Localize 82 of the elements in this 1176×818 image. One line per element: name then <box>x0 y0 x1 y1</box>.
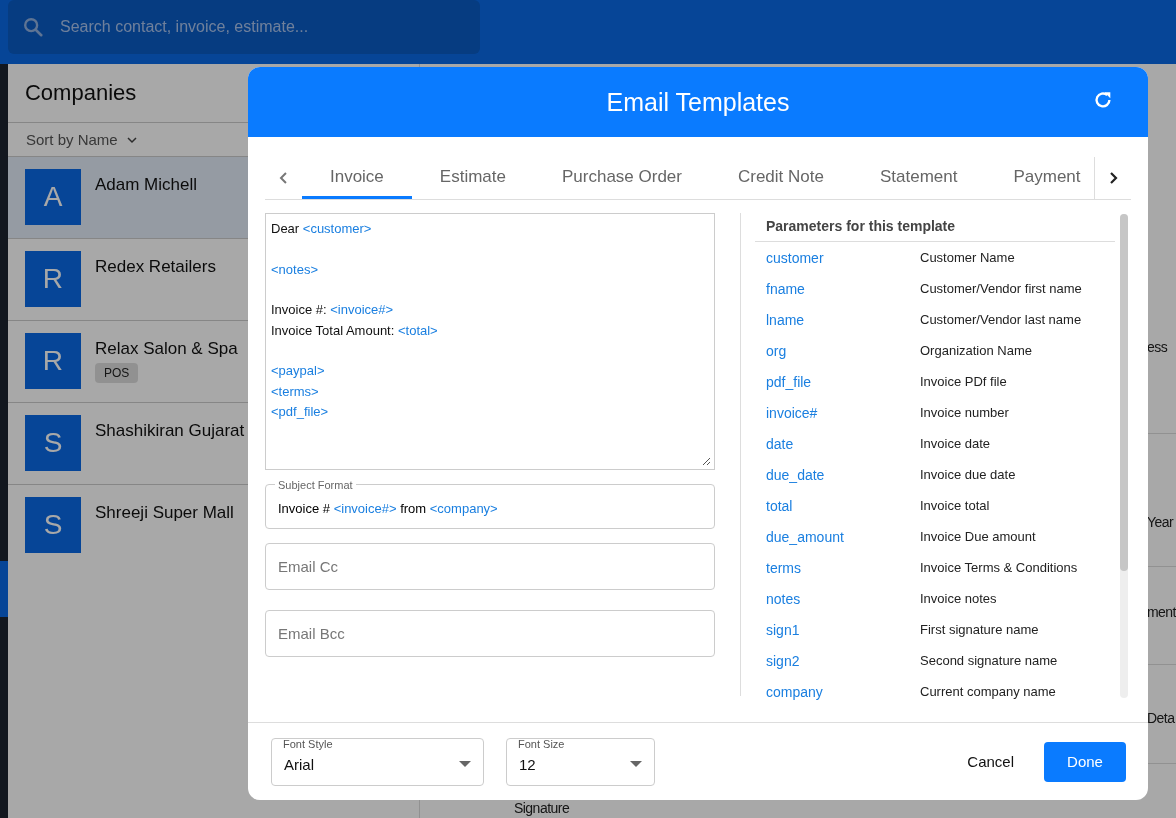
parameter-name[interactable]: sign1 <box>755 621 920 638</box>
parameter-description: Second signature name <box>920 653 1058 668</box>
parameter-description: Invoice total <box>920 498 990 513</box>
company-name: Adam Michell <box>95 175 198 195</box>
parameter-name[interactable]: terms <box>755 559 920 576</box>
parameter-description: Invoice number <box>920 405 1009 420</box>
cancel-button[interactable]: Cancel <box>963 743 1018 780</box>
company-name: Relax Salon & Spa <box>95 339 238 359</box>
search-field[interactable]: Search contact, invoice, estimate... <box>58 17 462 37</box>
chevron-right-icon[interactable] <box>1107 171 1120 185</box>
email-bcc-field[interactable]: Email Bcc <box>265 610 715 657</box>
parameter-name[interactable]: company <box>755 683 920 700</box>
parameter-description: Customer/Vendor first name <box>920 281 1082 296</box>
parameter-description: Invoice Terms & Conditions <box>920 560 1078 575</box>
avatar-initial: R <box>25 251 81 307</box>
avatar-initial: S <box>25 415 81 471</box>
background-text: Deta <box>1146 709 1175 727</box>
parameter-description: Invoice date <box>920 436 991 451</box>
parameter-name[interactable]: sign2 <box>755 652 920 669</box>
font-style-select[interactable]: Font Style Arial <box>271 737 484 786</box>
template-line: <notes> <box>271 260 319 279</box>
parameter-name[interactable]: lname <box>755 311 920 328</box>
parameter-name[interactable]: invoice# <box>755 404 920 421</box>
nav-indicator <box>0 561 8 617</box>
search-icon <box>22 16 44 38</box>
avatar-initial: R <box>25 333 81 389</box>
avatar-initial: S <box>25 497 81 553</box>
parameters-heading: Parameters for this template <box>755 213 1115 242</box>
parameter-description: Invoice PDf file <box>920 374 1007 389</box>
select-value: Arial <box>284 755 315 773</box>
template-line: Invoice #: <invoice#> <box>271 301 395 319</box>
company-name: Shreeji Super Mall <box>95 503 234 523</box>
parameter-description: Invoice due date <box>920 467 1016 482</box>
tab[interactable]: Invoice <box>301 157 412 199</box>
tab[interactable]: Statement <box>851 157 986 199</box>
tab[interactable]: Credit Note <box>709 157 852 199</box>
email-cc-field[interactable]: Email Cc <box>265 543 715 590</box>
tag: POS <box>95 363 139 383</box>
parameter-name[interactable]: due_date <box>755 466 920 483</box>
template-editor[interactable]: Dear <customer> <notes> Invoice #: <invoice#> Invoice Total Amount: <total> <paypal> <terms> <pdf_file> <box>265 213 715 470</box>
field-label: Font Size <box>518 737 565 750</box>
parameter-description: Invoice notes <box>920 591 997 606</box>
font-size-select[interactable]: Font Size 12 <box>506 737 655 786</box>
field-label: Font Style <box>283 737 333 750</box>
field-label: Subject Format <box>275 479 356 491</box>
template-line: <pdf_file> <box>271 403 330 421</box>
search-bar[interactable]: Search contact, invoice, estimate... <box>8 0 480 54</box>
background-text: ment <box>1146 603 1176 621</box>
caret-icon <box>630 760 642 767</box>
chevron-down-icon <box>125 135 138 144</box>
background-text: Signature <box>513 802 570 815</box>
parameter-name[interactable]: fname <box>755 280 920 297</box>
template-line: <paypal> <box>271 362 326 380</box>
company-name: Shashikiran Gujarat <box>95 421 245 441</box>
background-text: Year <box>1146 513 1174 531</box>
parameter-description: Organization Name <box>920 343 1032 358</box>
parameter-description: Current company name <box>920 684 1056 699</box>
parameter-name[interactable]: date <box>755 435 920 452</box>
caret-icon <box>459 760 471 767</box>
sort-dropdown[interactable]: Sort by Name <box>8 123 156 156</box>
parameter-name[interactable]: pdf_file <box>755 373 920 390</box>
tab[interactable]: Payment <box>985 157 1095 199</box>
company-name: Redex Retailers <box>95 257 216 277</box>
resize-grip-icon[interactable] <box>701 456 711 466</box>
tab[interactable]: Purchase Order <box>533 157 710 199</box>
parameter-description: Customer Name <box>920 250 1015 265</box>
parameter-description: First signature name <box>920 622 1039 637</box>
done-button[interactable]: Done <box>1044 741 1126 782</box>
parameter-name[interactable]: notes <box>755 590 920 607</box>
parameter-name[interactable]: customer <box>755 249 920 266</box>
scrollbar[interactable] <box>1120 214 1128 698</box>
avatar-initial: A <box>25 169 81 225</box>
parameter-name[interactable]: total <box>755 497 920 514</box>
template-line: Dear <customer> <box>271 220 373 238</box>
select-value: 12 <box>519 755 537 773</box>
parameter-description: Customer/Vendor last name <box>920 312 1082 327</box>
parameter-name[interactable]: due_amount <box>755 528 920 545</box>
template-line: <terms> <box>271 382 320 401</box>
parameter-description: Invoice Due amount <box>920 529 1036 544</box>
dialog-title: Email Templates <box>606 87 790 117</box>
parameter-name[interactable]: org <box>755 342 920 359</box>
background-text: ess <box>1146 338 1168 356</box>
